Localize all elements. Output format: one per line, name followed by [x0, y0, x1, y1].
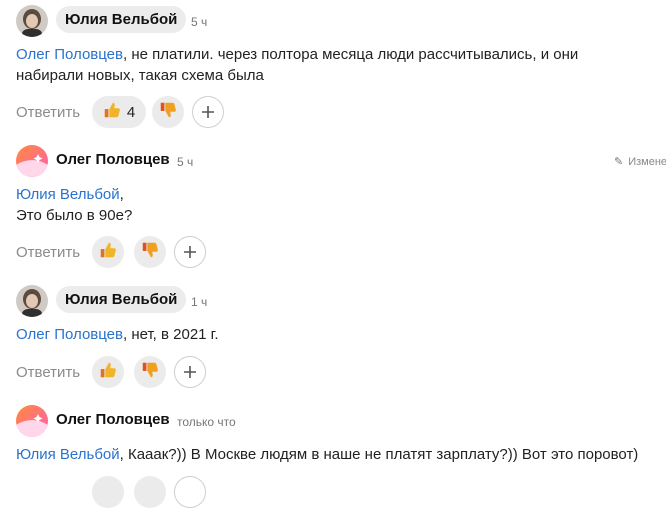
thumbs-down-icon: [141, 361, 159, 384]
comment-text: Олег Половцев, нет, в 2021 г.: [16, 324, 219, 345]
dislike-button[interactable]: [134, 356, 166, 388]
add-reaction-button[interactable]: [174, 236, 206, 268]
pencil-icon: ✎: [614, 156, 624, 168]
avatar-default[interactable]: [16, 405, 48, 437]
thumbs-down-icon: [141, 241, 159, 264]
like-button[interactable]: [92, 476, 124, 508]
comment: Юлия Вельбой 1 ч Олег Половцев, нет, в 2…: [0, 282, 666, 392]
like-button[interactable]: [92, 236, 124, 268]
comment: Олег Половцев только что Юлия Вельбой, К…: [0, 402, 666, 508]
avatar-default[interactable]: [16, 145, 48, 177]
edit-button[interactable]: ✎ Измене: [614, 155, 666, 168]
mention-link[interactable]: Юлия Вельбой: [16, 446, 120, 463]
comment-actions: [16, 476, 316, 510]
dislike-button[interactable]: [134, 476, 166, 508]
like-button[interactable]: [92, 356, 124, 388]
thumbs-up-icon: [99, 241, 117, 264]
comment-time: только что: [177, 415, 236, 429]
comment-line: , не платили. через полтора месяца люди …: [123, 46, 579, 63]
comment-header: Юлия Вельбой 1 ч: [16, 282, 666, 318]
comment-line: набирали новых, такая схема была: [16, 67, 264, 84]
reply-button[interactable]: Ответить: [16, 364, 80, 381]
thumbs-down-icon: [159, 101, 177, 124]
comment-text: Юлия Вельбой, Это было в 90е?: [16, 184, 132, 226]
reply-button[interactable]: Ответить: [16, 104, 80, 121]
dislike-button[interactable]: [152, 96, 184, 128]
add-reaction-button[interactable]: [192, 96, 224, 128]
avatar-photo[interactable]: [16, 5, 48, 37]
like-button[interactable]: 4: [92, 96, 146, 128]
reply-button[interactable]: Ответить: [16, 244, 80, 261]
mention-link[interactable]: Олег Половцев: [16, 46, 123, 63]
add-reaction-button[interactable]: [174, 356, 206, 388]
comment-header: Олег Половцев только что: [16, 402, 666, 438]
author-name[interactable]: Юлия Вельбой: [56, 6, 187, 33]
comment-text: Юлия Вельбой, Кааак?)) В Москве людям в …: [16, 444, 638, 465]
add-reaction-button[interactable]: [174, 476, 206, 508]
plus-icon: [183, 245, 197, 259]
author-name[interactable]: Олег Половцев: [56, 151, 170, 168]
edit-label: Измене: [628, 156, 666, 168]
mention-link[interactable]: Юлия Вельбой: [16, 186, 120, 203]
plus-icon: [183, 365, 197, 379]
mention-link[interactable]: Олег Половцев: [16, 326, 123, 343]
comment-actions: Ответить: [16, 356, 316, 390]
avatar-photo[interactable]: [16, 285, 48, 317]
like-count: 4: [126, 103, 136, 121]
comment-actions: Ответить: [16, 236, 316, 270]
plus-icon: [201, 105, 215, 119]
comment-time: 1 ч: [191, 295, 208, 309]
comment-line: Это было в 90е?: [16, 207, 133, 224]
author-name[interactable]: Олег Половцев: [56, 411, 170, 428]
dislike-button[interactable]: [134, 236, 166, 268]
comment-header: Юлия Вельбой 5 ч: [16, 2, 666, 38]
comment-line: , нет, в 2021 г.: [123, 326, 219, 343]
comment-line: ,: [119, 186, 124, 203]
comment: Олег Половцев 5 ч ✎ Измене Юлия Вельбой, …: [0, 142, 666, 272]
comment-time: 5 ч: [191, 15, 208, 29]
comment: Юлия Вельбой 5 ч Олег Половцев, не плати…: [0, 2, 666, 132]
comment-line: , Кааак?)) В Москве людям в наше не плат…: [119, 446, 639, 463]
comment-header: Олег Половцев 5 ч ✎ Измене: [16, 142, 666, 178]
author-name[interactable]: Юлия Вельбой: [56, 286, 187, 313]
comment-text: Олег Половцев, не платили. через полтора…: [16, 44, 578, 86]
comment-time: 5 ч: [177, 155, 194, 169]
thumbs-up-icon: [99, 361, 117, 384]
comment-actions: Ответить 4: [16, 96, 316, 130]
thumbs-up-icon: [103, 101, 121, 124]
